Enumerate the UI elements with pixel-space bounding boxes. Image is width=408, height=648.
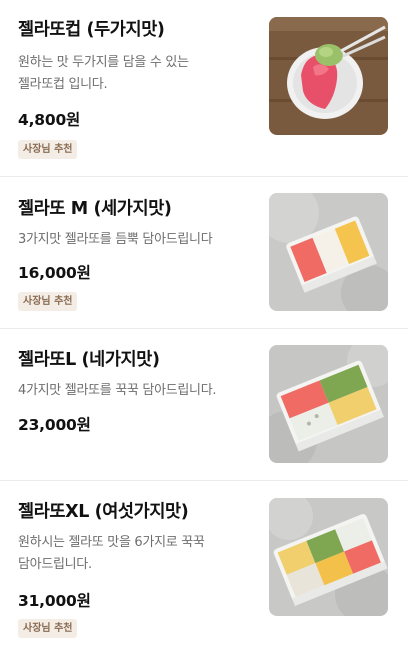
menu-item-description-line: 젤라또컵 입니다. — [18, 77, 108, 92]
gelato-box-l-photo[interactable] — [269, 345, 388, 463]
menu-item[interactable]: 젤라또 M (세가지맛) 3가지맛 젤라또를 듬뿍 담아드립니다 16,000원… — [0, 177, 408, 328]
menu-list: 젤라또컵 (두가지맛) 원하는 맛 두가지를 담을 수 있는 젤라또컵 입니다.… — [0, 0, 408, 648]
menu-item-price: 4,800원 — [18, 111, 81, 129]
menu-item-price: 23,000원 — [18, 416, 91, 434]
menu-item-description-line: 담아드립니다. — [18, 557, 92, 572]
menu-item-description-line: 원하시는 젤라또 맛을 6가지로 꾹꾹 — [18, 535, 205, 550]
menu-item-description: 4가지맛 젤라또를 꾹꾹 담아드립니다. — [18, 380, 250, 402]
gelato-box-m-photo[interactable] — [269, 193, 388, 311]
menu-item-price: 31,000원 — [18, 592, 91, 610]
menu-item[interactable]: 젤라또XL (여섯가지맛) 원하시는 젤라또 맛을 6가지로 꾹꾹 담아드립니다… — [0, 481, 408, 648]
owner-recommend-badge: 사장님 추천 — [18, 140, 78, 159]
menu-item-name: 젤라또컵 (두가지맛) — [18, 20, 165, 40]
menu-item[interactable]: 젤라또L (네가지맛) 4가지맛 젤라또를 꾹꾹 담아드립니다. 23,000원 — [0, 329, 408, 480]
menu-item-price: 16,000원 — [18, 264, 91, 282]
menu-item-description: 원하는 맛 두가지를 담을 수 있는 젤라또컵 입니다. — [18, 52, 250, 96]
owner-recommend-badge: 사장님 추천 — [18, 292, 78, 311]
gelato-box-xl-photo[interactable] — [269, 498, 388, 616]
menu-item-description-line: 3가지맛 젤라또를 듬뿍 담아드립니다 — [18, 232, 213, 247]
owner-recommend-badge: 사장님 추천 — [18, 619, 78, 638]
menu-item-description: 원하시는 젤라또 맛을 6가지로 꾹꾹 담아드립니다. — [18, 532, 250, 576]
menu-item-description-line: 4가지맛 젤라또를 꾹꾹 담아드립니다. — [18, 383, 217, 398]
menu-item-name: 젤라또 M (세가지맛) — [18, 199, 172, 219]
menu-item[interactable]: 젤라또컵 (두가지맛) 원하는 맛 두가지를 담을 수 있는 젤라또컵 입니다.… — [0, 0, 408, 176]
gelato-cup-photo[interactable] — [269, 17, 388, 135]
menu-item-name: 젤라또L (네가지맛) — [18, 350, 160, 370]
menu-item-description: 3가지맛 젤라또를 듬뿍 담아드립니다 — [18, 229, 250, 251]
menu-item-name: 젤라또XL (여섯가지맛) — [18, 502, 189, 522]
menu-item-description-line: 원하는 맛 두가지를 담을 수 있는 — [18, 55, 189, 70]
